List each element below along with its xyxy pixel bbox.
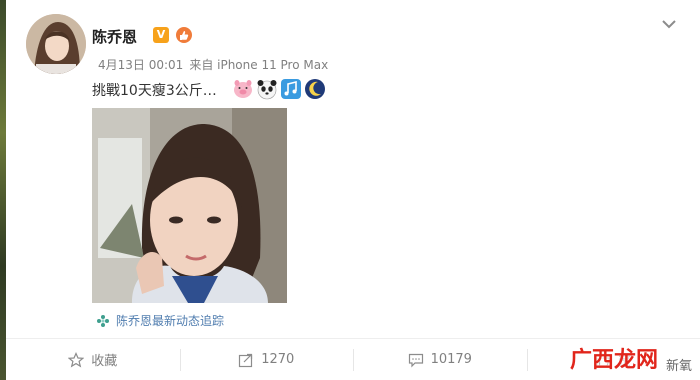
- watermark-sub: 新氧: [665, 359, 692, 374]
- post-date[interactable]: 4月13日 00:01: [98, 58, 183, 72]
- moon-emoji-icon: [305, 79, 325, 99]
- repost-button[interactable]: 1270: [179, 339, 354, 380]
- music-note-emoji-icon: [281, 79, 301, 99]
- chevron-down-icon[interactable]: [660, 17, 678, 31]
- verified-badge-icon: V: [153, 27, 169, 43]
- pig-emoji-icon: [234, 80, 252, 98]
- comment-icon: [408, 353, 423, 367]
- comment-count: 10179: [430, 352, 472, 367]
- star-icon: [68, 351, 85, 367]
- latest-updates-tracker-link[interactable]: 陈乔恩最新动态追踪: [96, 312, 224, 329]
- comment-button[interactable]: 10179: [353, 339, 527, 380]
- flower-icon: [97, 314, 109, 327]
- watermark-main: 广西龙网: [569, 348, 658, 373]
- favorite-button[interactable]: 收藏: [6, 339, 180, 380]
- tracker-label: 陈乔恩最新动态追踪: [116, 314, 225, 328]
- post-source: 来自 iPhone 11 Pro Max: [189, 58, 329, 72]
- username[interactable]: 陈乔恩: [92, 26, 137, 47]
- selfie-image: [92, 108, 287, 303]
- post-text: 挑戰10天瘦3公斤…: [92, 83, 217, 99]
- avatar[interactable]: [26, 14, 86, 74]
- thumbs-up-medal-icon[interactable]: [174, 26, 194, 44]
- avatar-image: [26, 14, 86, 74]
- repost-icon: [239, 353, 253, 367]
- emoji-row: [232, 78, 326, 100]
- repost-count: 1270: [261, 352, 295, 367]
- site-watermark: 广西龙网 新氧: [570, 342, 692, 374]
- favorite-label: 收藏: [91, 354, 118, 369]
- panda-emoji-icon: [257, 80, 277, 100]
- post-meta: 4月13日 00:01 来自 iPhone 11 Pro Max: [98, 56, 328, 73]
- post-photo[interactable]: [92, 108, 287, 303]
